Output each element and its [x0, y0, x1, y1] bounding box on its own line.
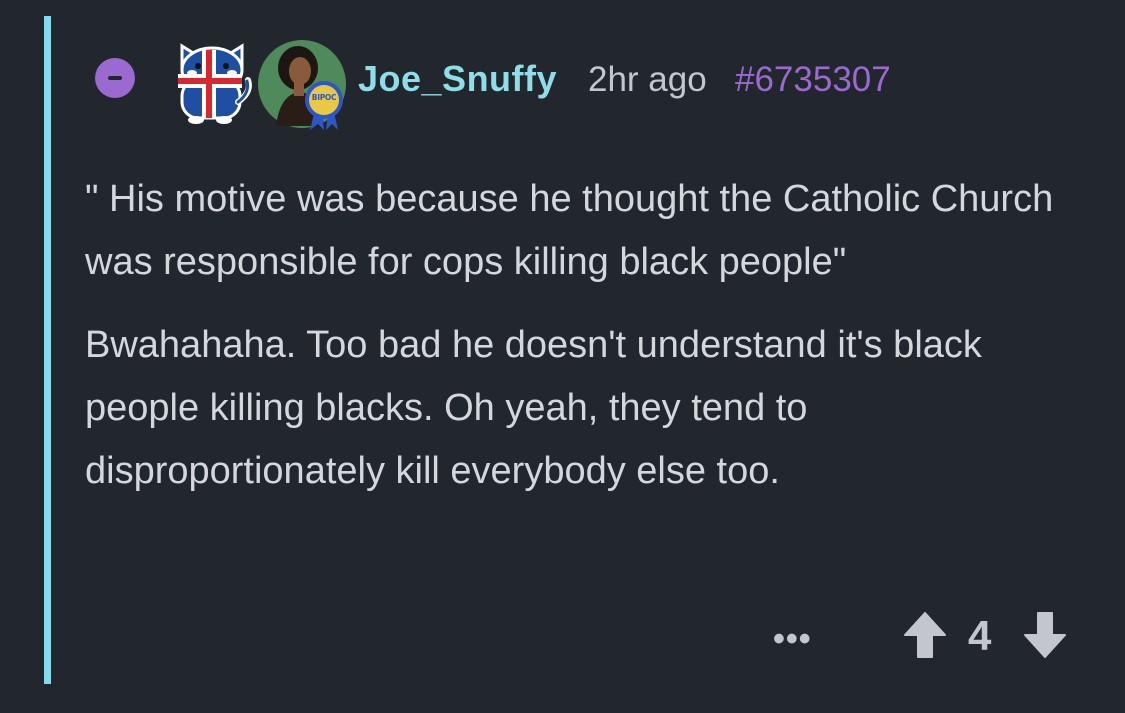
more-options-button[interactable]: ••• — [773, 620, 812, 659]
thread-indent-line[interactable] — [44, 16, 51, 684]
comment-body: " His motive was because he thought the … — [85, 168, 1075, 503]
iceland-flag-cat-icon — [178, 43, 252, 124]
avatar[interactable]: BIPOC — [258, 38, 350, 130]
collapse-button[interactable] — [95, 58, 135, 98]
comment-id-link[interactable]: #6735307 — [735, 60, 891, 100]
comment-card: BIPOC Joe_Snuffy 2hr ago #6735307 " His … — [0, 0, 1125, 713]
arrow-up-icon[interactable] — [903, 611, 947, 659]
minus-icon — [108, 76, 122, 80]
bipoc-badge-label: BIPOC — [311, 93, 337, 102]
arrow-down-icon[interactable] — [1023, 611, 1067, 659]
comment-paragraph-quote: " His motive was because he thought the … — [85, 178, 1054, 283]
username-link[interactable]: Joe_Snuffy — [358, 58, 557, 100]
comment-paragraph-reply: Bwahahaha. Too bad he doesn't understand… — [85, 324, 982, 492]
user-avatar-with-badge — [258, 40, 346, 130]
timestamp: 2hr ago — [588, 60, 707, 99]
vote-score: 4 — [968, 612, 992, 659]
